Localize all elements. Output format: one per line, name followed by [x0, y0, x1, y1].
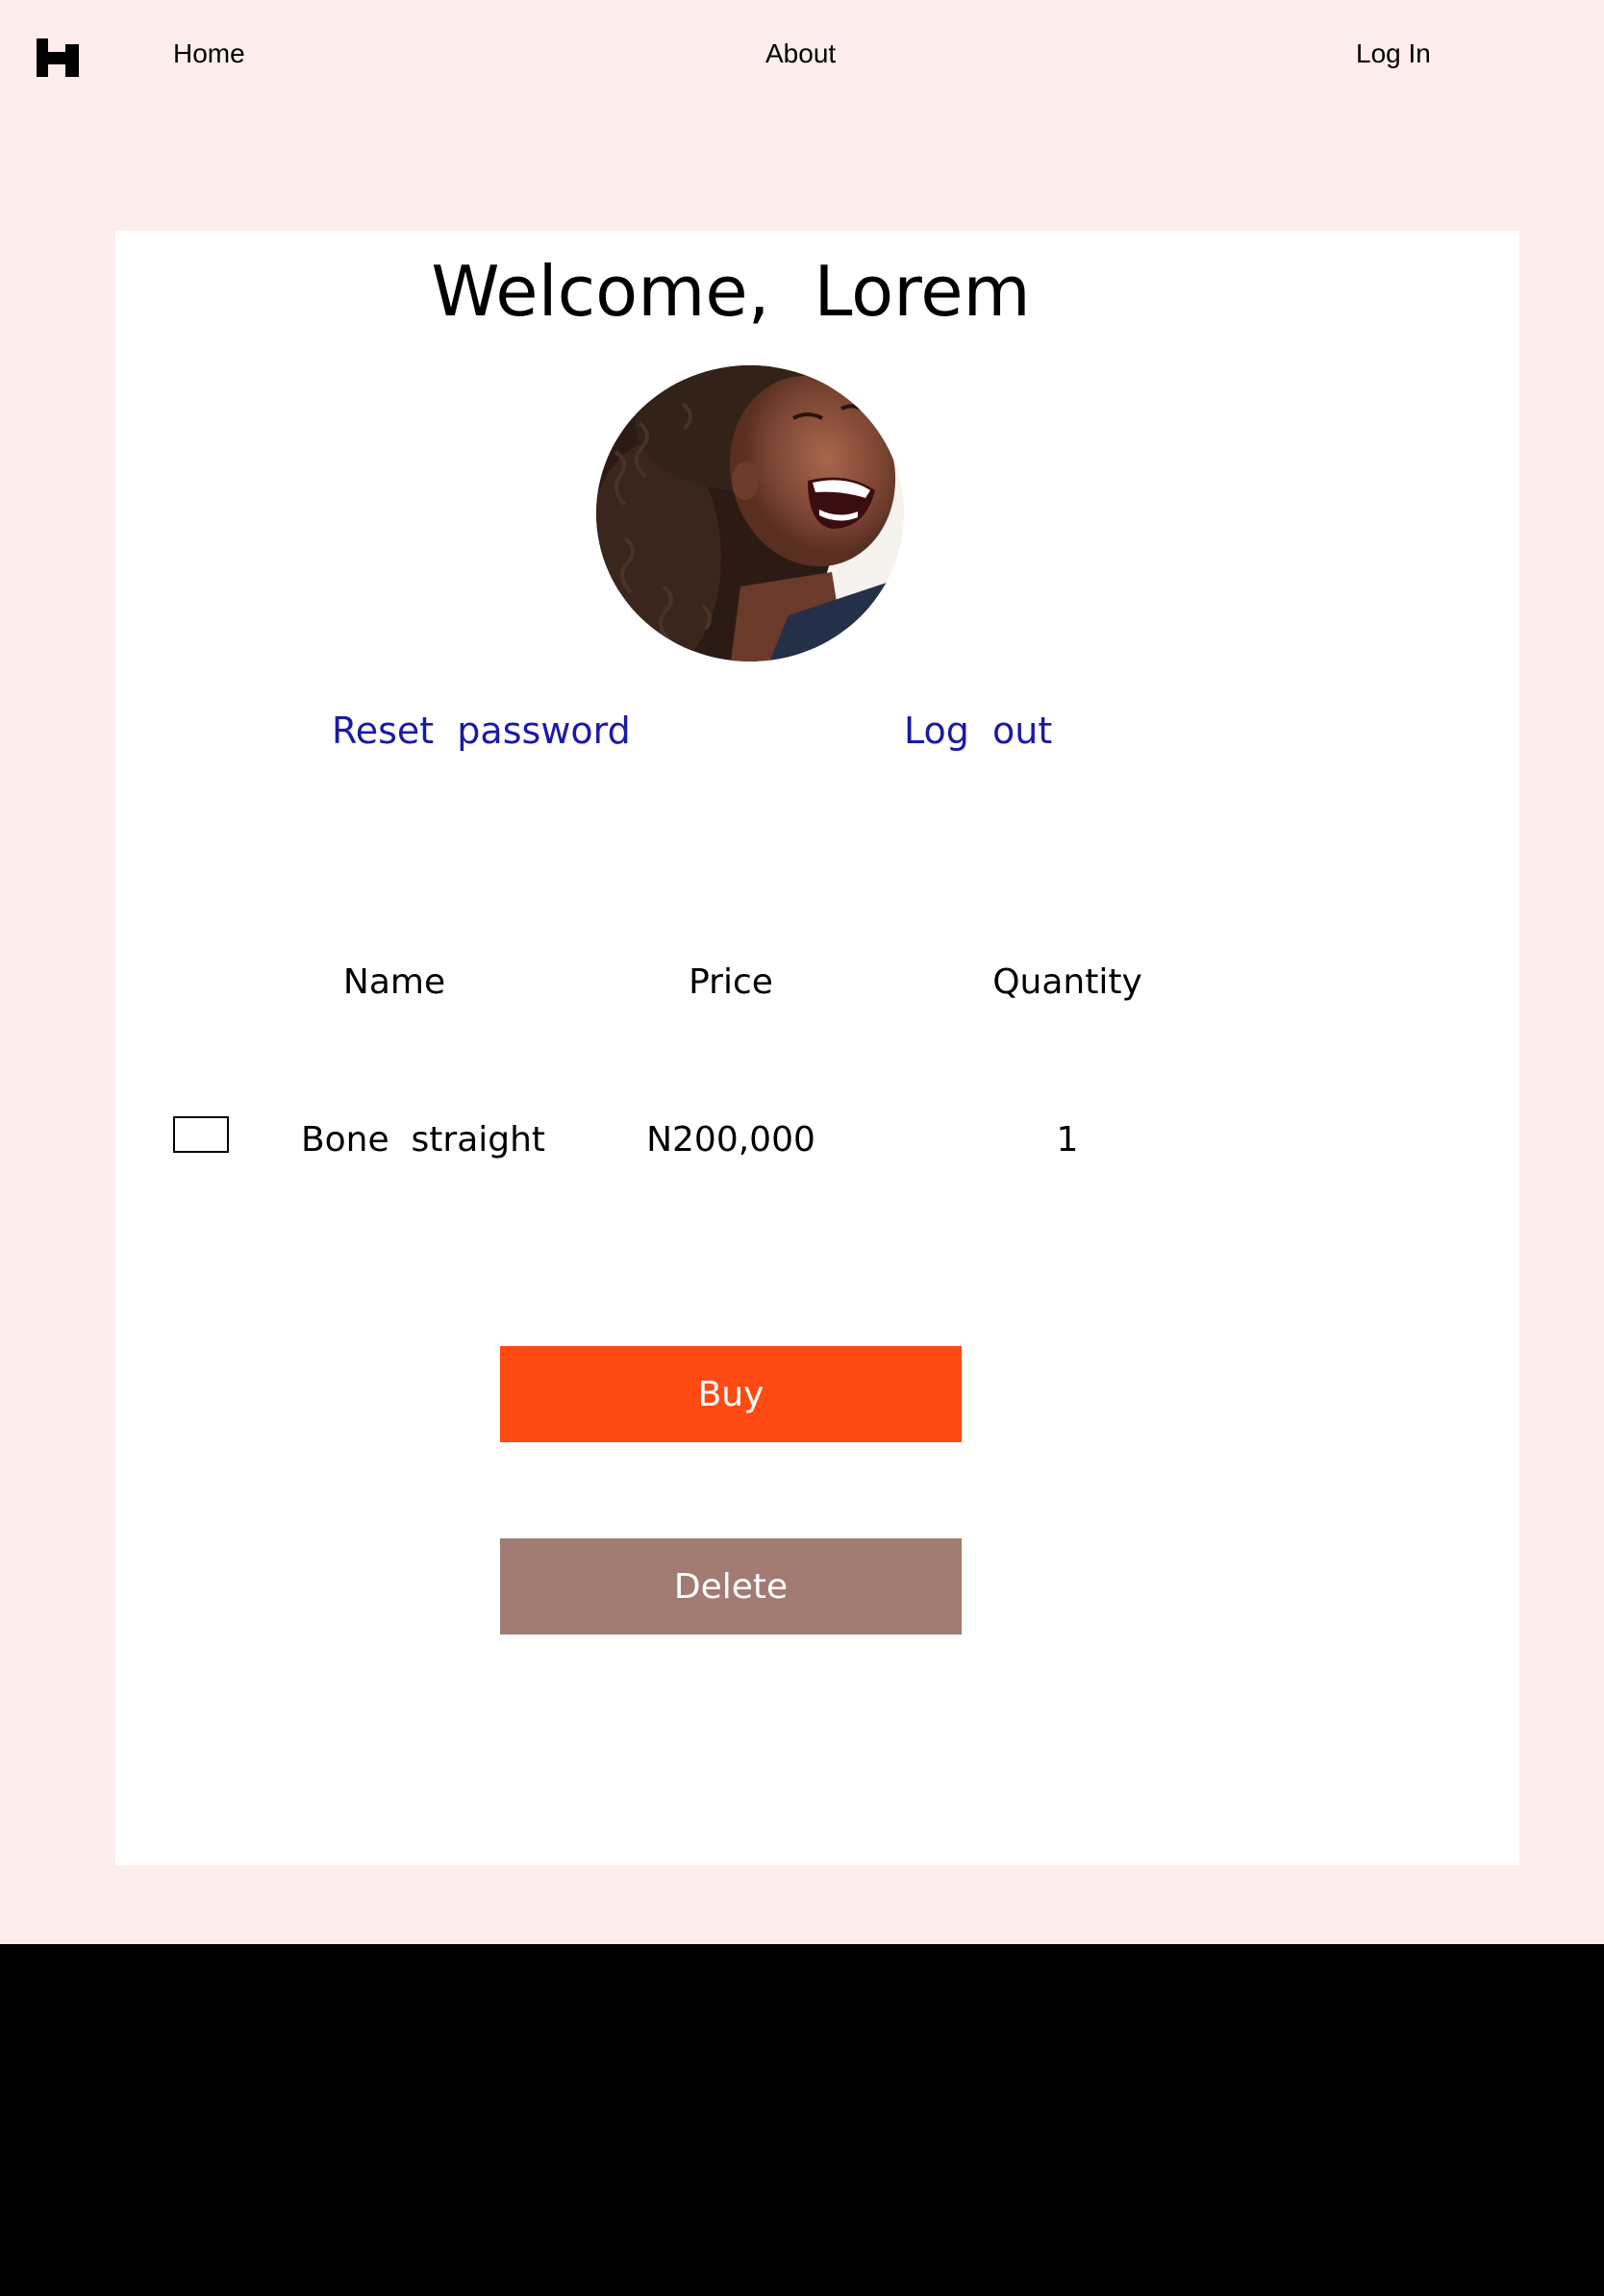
footer [0, 1944, 1604, 2296]
row-select-checkbox[interactable] [173, 1116, 229, 1153]
log-out-link[interactable]: Log out [904, 708, 1052, 754]
row-name-cell: Bone straight [300, 1120, 546, 1160]
column-header-quantity: Quantity [992, 962, 1142, 1002]
row-quantity-cell: 1 [1056, 1120, 1079, 1160]
nav-about-link[interactable]: About [765, 37, 836, 71]
buy-button[interactable]: Buy [500, 1346, 962, 1442]
top-nav: Home About Log In [0, 0, 1604, 108]
avatar-photo [596, 365, 904, 661]
reset-password-link[interactable]: Reset password [332, 708, 631, 754]
delete-button[interactable]: Delete [500, 1538, 962, 1635]
row-price-cell: N200,000 [646, 1120, 815, 1160]
avatar [596, 365, 904, 661]
h-logo-icon[interactable] [37, 38, 79, 77]
column-header-price: Price [689, 962, 773, 1002]
welcome-heading: Welcome, Lorem [431, 251, 1031, 332]
nav-home-link[interactable]: Home [173, 37, 245, 71]
column-header-name: Name [342, 962, 446, 1002]
nav-login-link[interactable]: Log In [1356, 37, 1431, 71]
